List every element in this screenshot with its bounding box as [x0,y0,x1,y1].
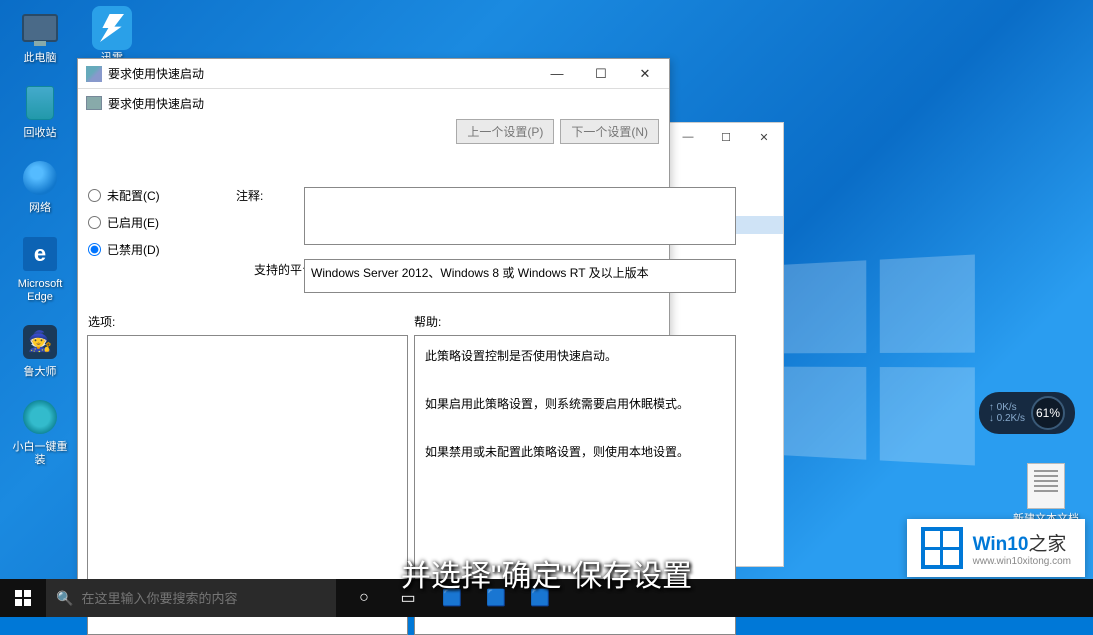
label: 此电脑 [24,52,57,65]
label: Microsoft Edge [8,278,72,304]
taskbar-app-1[interactable]: 🟦 [430,579,474,617]
taskbar-app-2[interactable]: 🟦 [474,579,518,617]
bg-close-button[interactable]: ✕ [745,123,783,151]
xiaobai-logo-icon [23,400,57,434]
label: 网络 [29,202,51,215]
policy-state-radios: 未配置(C) 已启用(E) 已禁用(D) [88,187,160,258]
windows-logo-wallpaper [781,255,975,466]
help-line-3: 如果禁用或未配置此策略设置，则使用本地设置。 [425,440,725,464]
titlebar[interactable]: 要求使用快速启动 — ☐ ✕ [78,59,669,89]
thunder-icon [92,6,132,50]
radio-input-disabled[interactable] [88,243,101,256]
monitor-icon [22,14,58,42]
recycle-bin-icon[interactable]: 回收站 [8,83,72,140]
network-speed-widget[interactable]: ↑ 0K/s ↓ 0.2K/s 61% [979,392,1075,434]
desktop-icons-left: 此电脑 迅雷 回收站 网络 e Microsoft Edge 🧙 鲁大师 小白一… [8,8,72,468]
bg-titlebar[interactable]: — ☐ ✕ [669,123,783,151]
next-setting-button[interactable]: 下一个设置(N) [560,119,659,144]
comment-textarea[interactable] [304,187,736,245]
label: 鲁大师 [24,366,57,379]
start-button[interactable] [0,579,46,617]
watermark-text: Win10之家 www.win10xitong.com [973,529,1071,567]
desktop-icons-right: 新建文本文档 [1013,463,1079,526]
xunlei-icon[interactable]: 迅雷 [80,8,144,65]
radio-input-notconfig[interactable] [88,189,101,202]
radio-not-configured[interactable]: 未配置(C) [88,187,160,204]
policy-icon [86,66,102,82]
radio-enabled[interactable]: 已启用(E) [88,214,160,231]
window-title: 要求使用快速启动 [108,65,535,82]
policy-subheader: 要求使用快速启动 [78,89,669,117]
edge-icon[interactable]: e Microsoft Edge [8,234,72,304]
ludashi-icon[interactable]: 🧙 鲁大师 [8,322,72,379]
watermark-logo-icon [921,527,963,569]
edge-logo-icon: e [23,237,57,271]
cortana-button[interactable]: ○ [342,579,386,617]
text-file-icon [1027,463,1065,509]
previous-setting-button[interactable]: 上一个设置(P) [456,119,554,144]
globe-icon [23,161,57,195]
network-icon[interactable]: 网络 [8,158,72,215]
download-speed: ↓ 0.2K/s [989,413,1025,424]
usage-percent: 61% [1031,396,1065,430]
taskbar-app-3[interactable]: 🟦 [518,579,562,617]
speed-readout: ↑ 0K/s ↓ 0.2K/s [989,402,1025,424]
search-icon: 🔍 [56,590,73,607]
maximize-button[interactable]: ☐ [579,60,623,88]
policy-name: 要求使用快速启动 [108,95,204,112]
taskbar-search[interactable]: 🔍 [46,579,336,617]
radio-input-enabled[interactable] [88,216,101,229]
new-text-file-icon[interactable]: 新建文本文档 [1013,463,1079,526]
my-computer-icon[interactable]: 此电脑 [8,8,72,65]
help-line-2: 如果启用此策略设置，则系统需要启用休眠模式。 [425,392,725,416]
help-line-1: 此策略设置控制是否使用快速启动。 [425,344,725,368]
nav-buttons: 上一个设置(P) 下一个设置(N) [78,117,669,150]
task-view-button[interactable]: ▭ [386,579,430,617]
options-label: 选项: [88,313,115,330]
ludashi-logo-icon: 🧙 [23,325,57,359]
bg-minimize-button[interactable]: — [669,123,707,151]
label: 小白一键重装 [8,441,72,467]
supported-platform-box[interactable]: Windows Server 2012、Windows 8 或 Windows … [304,259,736,293]
radio-disabled[interactable]: 已禁用(D) [88,241,160,258]
label: 回收站 [24,127,57,140]
bin-icon [26,86,54,120]
policy-editor-window[interactable]: 要求使用快速启动 — ☐ ✕ 要求使用快速启动 上一个设置(P) 下一个设置(N… [77,58,670,585]
help-label: 帮助: [414,313,441,330]
comment-label: 注释: [236,187,263,204]
bg-maximize-button[interactable]: ☐ [707,123,745,151]
taskbar[interactable]: 🔍 ○ ▭ 🟦 🟦 🟦 [0,579,1093,617]
windows-start-icon [15,590,31,606]
search-input[interactable] [81,591,326,606]
close-button[interactable]: ✕ [623,60,667,88]
watermark: Win10之家 www.win10xitong.com [907,519,1085,577]
task-buttons: ○ ▭ 🟦 🟦 🟦 [342,579,562,617]
setting-icon [86,96,102,110]
minimize-button[interactable]: — [535,60,579,88]
upload-speed: ↑ 0K/s [989,402,1025,413]
xiaobai-icon[interactable]: 小白一键重装 [8,397,72,467]
